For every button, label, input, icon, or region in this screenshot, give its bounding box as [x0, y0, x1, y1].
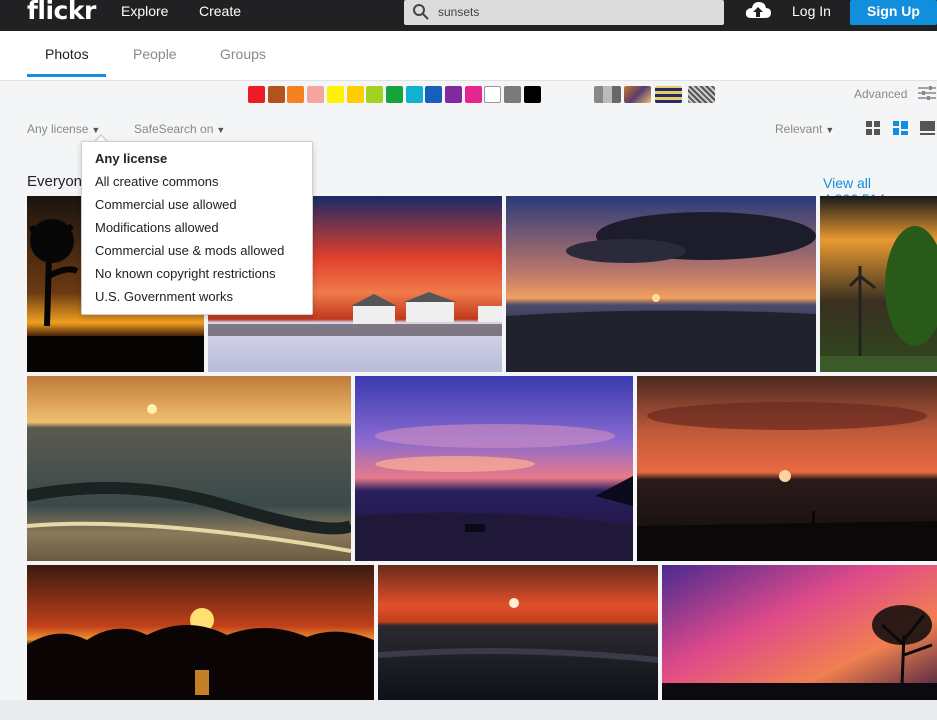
license-filter-label: Any license [27, 122, 89, 136]
color-swatch[interactable] [425, 86, 442, 103]
create-link[interactable]: Create [199, 3, 241, 19]
photo-tile[interactable] [637, 376, 937, 561]
photo-tile[interactable] [27, 565, 374, 700]
minimalism-style-filter[interactable] [655, 86, 682, 103]
ocean-red-sky-sunset-image [637, 376, 937, 561]
color-swatch[interactable] [504, 86, 521, 103]
color-swatch[interactable] [307, 86, 324, 103]
search-input[interactable]: sunsets [404, 0, 724, 25]
sort-filter[interactable]: Relevant ▼ [775, 122, 834, 136]
license-option-no-copyright[interactable]: No known copyright restrictions [95, 266, 276, 281]
color-swatch[interactable] [327, 86, 344, 103]
black-white-style-filter[interactable] [594, 86, 621, 103]
explore-link[interactable]: Explore [121, 3, 168, 19]
tab-bar: Photos People Groups [0, 31, 937, 81]
color-filter-row: Advanced [0, 81, 937, 113]
bottom-strip [0, 700, 937, 720]
license-option-modifications[interactable]: Modifications allowed [95, 220, 219, 235]
color-swatch[interactable] [484, 86, 501, 103]
color-swatch[interactable] [287, 86, 304, 103]
license-option-commercial-use[interactable]: Commercial use allowed [95, 197, 237, 212]
color-swatch[interactable] [366, 86, 383, 103]
sort-filter-label: Relevant [775, 122, 823, 136]
license-option-any[interactable]: Any license [95, 151, 167, 166]
color-swatch[interactable] [248, 86, 265, 103]
flickr-logo[interactable]: flickr [27, 0, 96, 25]
photo-tile[interactable] [662, 565, 937, 700]
color-swatch[interactable] [347, 86, 364, 103]
calm-sea-sunset-image [378, 565, 658, 700]
purple-shore-sunset-image [355, 376, 633, 561]
autumn-trees-sunset-image [820, 196, 937, 372]
justified-view-icon[interactable] [893, 121, 908, 135]
grid-view-icon[interactable] [866, 121, 881, 135]
color-swatch[interactable] [386, 86, 403, 103]
photo-tile[interactable] [820, 196, 937, 372]
color-swatch[interactable] [524, 86, 541, 103]
safesearch-filter[interactable]: SafeSearch on ▼ [134, 122, 225, 136]
photo-tile[interactable] [355, 376, 633, 561]
search-icon [413, 4, 429, 20]
search-query: sunsets [438, 5, 480, 19]
license-dropdown-menu: Any license All creative commons Commerc… [81, 141, 313, 315]
photo-tile[interactable] [506, 196, 816, 372]
sliders-icon[interactable] [918, 85, 936, 101]
color-swatch[interactable] [445, 86, 462, 103]
shallow-depth-style-filter[interactable] [624, 86, 651, 103]
photo-tile[interactable] [378, 565, 658, 700]
pink-sky-tree-sunset-image [662, 565, 937, 700]
color-swatch[interactable] [406, 86, 423, 103]
safesearch-filter-label: SafeSearch on [134, 122, 214, 136]
tab-people[interactable]: People [133, 46, 177, 62]
login-link[interactable]: Log In [792, 3, 831, 19]
clouds-lake-sunset-image [506, 196, 816, 372]
caret-down-icon: ▼ [216, 125, 226, 135]
license-filter[interactable]: Any license ▼ [27, 122, 100, 136]
detail-view-icon[interactable] [920, 121, 935, 135]
signup-button[interactable]: Sign Up [850, 0, 937, 25]
active-tab-indicator [27, 74, 106, 77]
pattern-style-filter[interactable] [688, 86, 715, 103]
upload-cloud-icon[interactable] [744, 0, 772, 22]
caret-down-icon: ▼ [825, 125, 835, 135]
tab-photos[interactable]: Photos [45, 46, 89, 62]
license-option-commercial-and-mods[interactable]: Commercial use & mods allowed [95, 243, 284, 258]
harbor-silhouette-sunset-image [27, 565, 374, 700]
license-option-us-government[interactable]: U.S. Government works [95, 289, 233, 304]
color-swatch[interactable] [268, 86, 285, 103]
license-option-all-creative-commons[interactable]: All creative commons [95, 174, 219, 189]
beach-waves-sunset-image [27, 376, 351, 561]
photo-tile[interactable] [27, 376, 351, 561]
color-swatch[interactable] [465, 86, 482, 103]
advanced-link[interactable]: Advanced [854, 87, 907, 101]
top-nav: flickr Explore Create sunsets Log In Sig… [0, 0, 937, 31]
tab-groups[interactable]: Groups [220, 46, 266, 62]
